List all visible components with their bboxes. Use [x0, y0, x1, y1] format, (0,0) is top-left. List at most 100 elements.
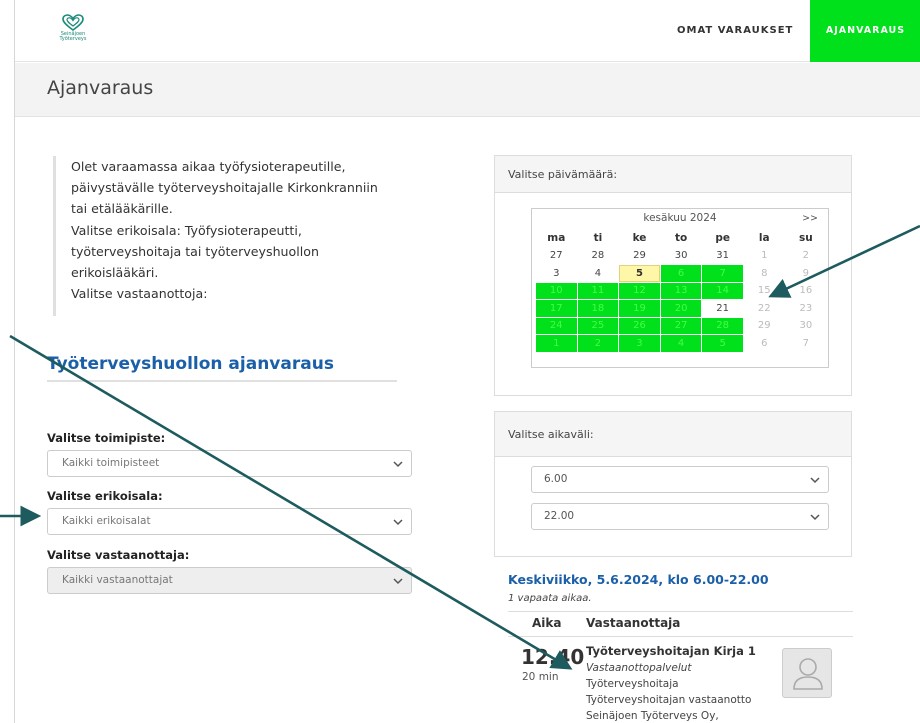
page-title-band: Ajanvaraus [15, 63, 920, 117]
calendar-day[interactable]: 5 [619, 265, 660, 282]
chevron-down-icon [810, 477, 820, 484]
time-start-select[interactable]: 6.00 [531, 466, 829, 493]
calendar-day: 22 [757, 302, 771, 314]
results-divider [508, 611, 853, 612]
weekday-header: su [798, 232, 813, 245]
chevron-down-icon [393, 461, 403, 468]
calendar-week-row: 24 25 26 27 28 29 30 [536, 317, 826, 334]
results-divider [508, 636, 853, 637]
calendar-day: 30 [799, 320, 813, 332]
page-title: Ajanvaraus [47, 77, 154, 99]
calendar-week-row: 27 28 29 30 31 1 2 [536, 248, 826, 265]
column-header-time: Aika [532, 616, 562, 630]
calendar-day[interactable]: 19 [619, 300, 660, 317]
calendar-day[interactable]: 5 [702, 335, 743, 352]
intro-line: päivystävälle työterveyshoitajalle Kirko… [71, 180, 378, 196]
calendar-day[interactable]: 20 [660, 300, 702, 317]
slot-type: Työterveyshoitajan vastaanotto [586, 694, 752, 706]
weekday-header: pe [715, 232, 730, 245]
calendar-day[interactable]: 28 [578, 248, 619, 265]
calendar-day[interactable]: 2 [577, 335, 619, 352]
provider-select-value: Kaikki vastaanottajat [62, 574, 173, 586]
calendar-day[interactable]: 11 [577, 282, 619, 299]
calendar-week-row: 12345 6 7 [536, 335, 826, 352]
calendar-grid: ma ti ke to pe la su 27 28 29 30 31 1 2 3 4 5 6 7 8 9 10 11 12… [535, 229, 827, 353]
slot-time[interactable]: 12.40 [521, 645, 584, 669]
slot-service: Vastaanottopalvelut [586, 662, 692, 674]
nav-ajanvaraus[interactable]: AJANVARAUS [810, 0, 920, 62]
location-select-value: Kaikki toimipisteet [62, 457, 160, 469]
calendar-day[interactable]: 14 [702, 282, 743, 299]
time-start-value: 6.00 [544, 473, 568, 485]
calendar-day[interactable]: 10 [536, 282, 577, 299]
intro-line: erikoislääkäri. [71, 265, 159, 281]
calendar-day: 16 [799, 285, 813, 297]
results-heading: Keskiviikko, 5.6.2024, klo 6.00-22.00 [508, 572, 769, 587]
calendar-day[interactable]: 31 [702, 248, 743, 265]
calendar-day[interactable]: 27 [660, 317, 702, 334]
specialty-select-value: Kaikki erikoisalat [62, 515, 151, 527]
intro-line: Valitse vastaanottoja: [71, 286, 208, 302]
calendar-day[interactable]: 30 [661, 248, 702, 265]
calendar-day: 29 [757, 320, 771, 332]
intro-line: työterveyshoitaja tai työterveyshuollon [71, 243, 319, 259]
nav-omat-varaukset[interactable]: OMAT VARAUKSET [677, 0, 793, 62]
calendar-day[interactable]: 24 [536, 317, 577, 334]
calendar-day: 2 [802, 250, 810, 262]
chevron-down-icon [393, 578, 403, 585]
calendar-day[interactable]: 13 [660, 282, 702, 299]
chevron-down-icon [393, 519, 403, 526]
calendar-day: 6 [761, 337, 768, 349]
calendar-day[interactable]: 3 [536, 265, 577, 282]
calendar-week-row: 17 18 19 20 21 22 23 [536, 300, 826, 317]
booking-section-title: Työterveyshuollon ajanvaraus [47, 354, 334, 374]
calendar-month: kesäkuu 2024 [643, 212, 717, 224]
heart-logo-icon [62, 14, 84, 31]
calendar-day[interactable]: 17 [536, 300, 577, 317]
calendar-day[interactable]: 27 [536, 248, 577, 265]
time-end-select[interactable]: 22.00 [531, 503, 829, 530]
calendar-week-row: 34567 8 9 [536, 265, 826, 282]
calendar-day: 9 [802, 267, 810, 279]
calendar-day[interactable]: 21 [702, 300, 743, 317]
calendar-day: 23 [799, 302, 813, 314]
logo[interactable]: Seinäjoen Työterveys [53, 14, 93, 48]
avatar [782, 648, 832, 698]
intro-line: Valitse erikoisala: Työfysioterapeutti, [71, 222, 302, 238]
calendar-day[interactable]: 4 [578, 265, 619, 282]
top-header: Seinäjoen Työterveys OMAT VARAUKSET AJAN… [15, 0, 920, 62]
specialty-select[interactable]: Kaikki erikoisalat [47, 508, 412, 535]
calendar-day: 7 [802, 337, 810, 349]
slot-role: Työterveyshoitaja [586, 678, 679, 690]
slot-provider-name[interactable]: Työterveyshoitajan Kirja 1 [586, 644, 756, 658]
intro-line: Olet varaamassa aikaa työfysioterapeutil… [71, 159, 346, 174]
calendar-day[interactable]: 18 [577, 300, 619, 317]
provider-select[interactable]: Kaikki vastaanottajat [47, 567, 412, 594]
calendar-day[interactable]: 28 [702, 317, 743, 334]
calendar-day[interactable]: 7 [702, 265, 743, 282]
calendar-day: 1 [761, 250, 768, 262]
time-panel-title: Valitse aikaväli: [495, 412, 851, 457]
calendar-next-button[interactable]: >> [802, 209, 818, 228]
time-end-value: 22.00 [544, 510, 575, 522]
calendar-week-row: 10 11 12 13 14 15 16 [536, 282, 826, 299]
calendar-day[interactable]: 25 [577, 317, 619, 334]
weekday-header: to [674, 232, 688, 245]
column-header-provider: Vastaanottaja [586, 616, 681, 630]
calendar-day[interactable]: 6 [660, 265, 702, 282]
calendar-day: 15 [757, 285, 771, 297]
calendar-day[interactable]: 29 [619, 248, 660, 265]
calendar-day[interactable]: 3 [619, 335, 660, 352]
weekday-header: ke [632, 232, 647, 245]
calendar-day[interactable]: 26 [619, 317, 660, 334]
specialty-label: Valitse erikoisala: [47, 489, 163, 503]
intro-line: tai etälääkärille. [71, 201, 173, 217]
location-select[interactable]: Kaikki toimipisteet [47, 450, 412, 477]
user-placeholder-icon [793, 658, 823, 690]
calendar-day[interactable]: 12 [619, 282, 660, 299]
calendar-day[interactable]: 4 [660, 335, 702, 352]
slot-duration: 20 min [522, 671, 559, 683]
calendar-day[interactable]: 1 [536, 335, 577, 352]
weekday-header: ma [547, 232, 566, 245]
calendar: kesäkuu 2024 >> ma ti ke to pe la su 27 28 29 30 3… [531, 208, 829, 368]
